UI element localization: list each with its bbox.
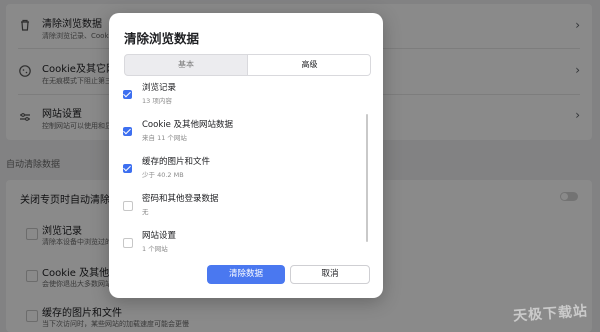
item-detail: 13 项内容 — [142, 97, 172, 105]
item-passwords[interactable]: 密码和其他登录数据 无 — [109, 192, 369, 226]
item-cookies[interactable]: Cookie 及其他网站数据 来自 11 个网站 — [109, 118, 369, 152]
cancel-button[interactable]: 取消 — [290, 265, 370, 284]
item-browsing-history[interactable]: 浏览记录 13 项内容 — [109, 81, 369, 115]
clear-data-button[interactable]: 清除数据 — [207, 265, 285, 284]
item-label: 密码和其他登录数据 — [142, 194, 219, 204]
item-detail: 无 — [142, 208, 149, 216]
data-type-list[interactable]: 浏览记录 13 项内容 Cookie 及其他网站数据 来自 11 个网站 缓存的… — [109, 81, 383, 263]
item-detail: 1 个网站 — [142, 245, 168, 253]
item-label: 浏览记录 — [142, 83, 177, 93]
item-label: 缓存的图片和文件 — [142, 157, 211, 167]
clear-browsing-data-dialog: 清除浏览数据 基本 高级 浏览记录 13 项内容 Cookie 及其他网站数据 … — [109, 13, 383, 298]
item-label: 网站设置 — [142, 231, 177, 241]
tab-advanced[interactable]: 高级 — [247, 55, 370, 75]
item-cache[interactable]: 缓存的图片和文件 少于 40.2 MB — [109, 155, 369, 189]
checkbox-checked[interactable] — [123, 90, 132, 99]
item-label: Cookie 及其他网站数据 — [142, 120, 234, 130]
tab-bar: 基本 高级 — [124, 54, 371, 76]
checkbox-unchecked[interactable] — [123, 201, 133, 211]
dialog-title: 清除浏览数据 — [124, 31, 200, 46]
checkbox-unchecked[interactable] — [123, 238, 133, 248]
checkbox-checked[interactable] — [123, 164, 132, 173]
list-scrollbar[interactable] — [366, 114, 368, 242]
item-detail: 少于 40.2 MB — [142, 171, 184, 179]
tab-basic[interactable]: 基本 — [125, 55, 247, 75]
item-site-settings[interactable]: 网站设置 1 个网站 — [109, 229, 369, 263]
checkbox-checked[interactable] — [123, 127, 132, 136]
item-detail: 来自 11 个网站 — [142, 134, 187, 142]
